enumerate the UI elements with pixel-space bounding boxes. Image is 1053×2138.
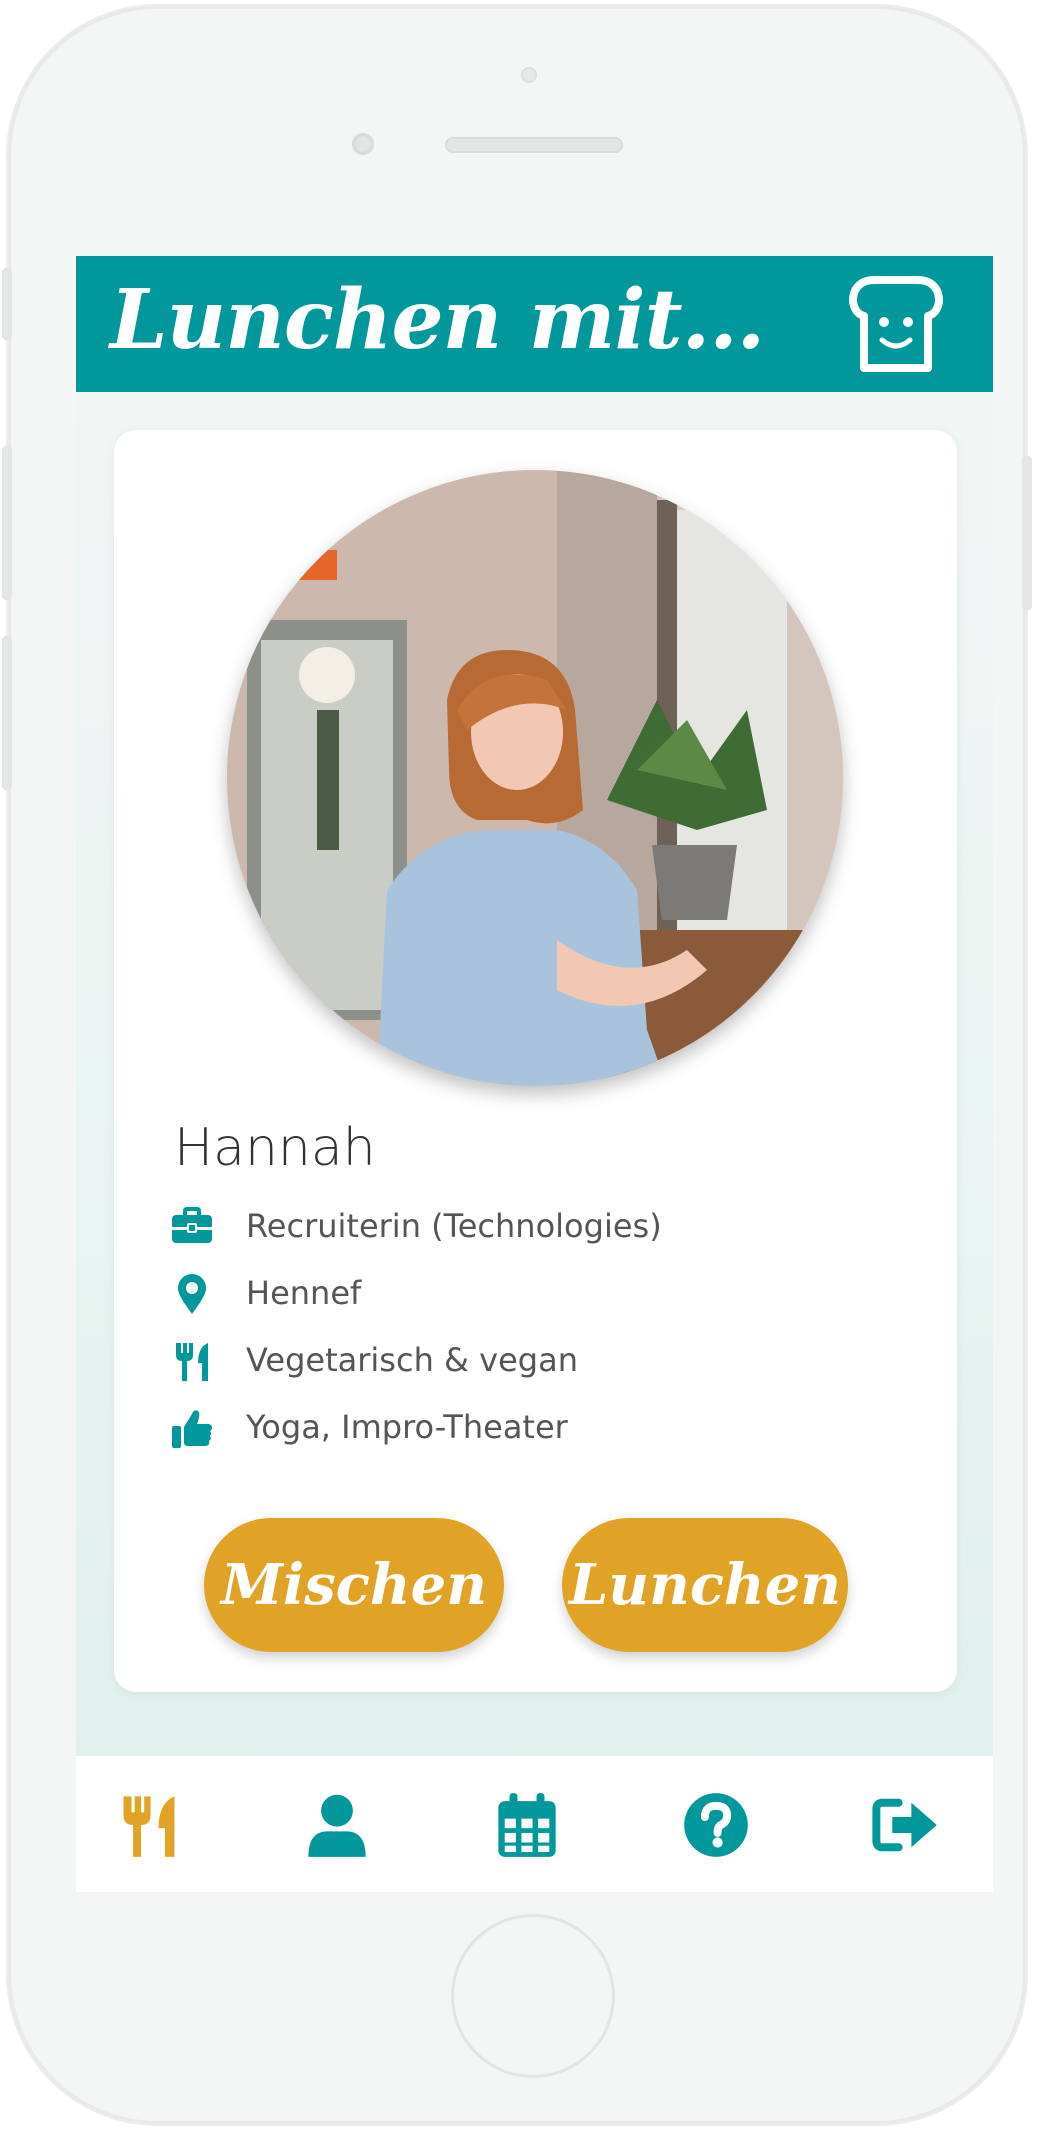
earpiece-speaker xyxy=(445,137,623,153)
profile-card: Hannah Recruiterin (Technologies) Hennef… xyxy=(114,430,957,1692)
utensils-icon xyxy=(170,1339,214,1383)
nav-logout-icon[interactable] xyxy=(870,1790,940,1860)
nav-calendar-icon[interactable] xyxy=(492,1790,562,1860)
nav-utensils-icon[interactable] xyxy=(114,1790,184,1860)
lunch-button[interactable]: Lunchen xyxy=(562,1518,848,1652)
power-button xyxy=(1022,456,1032,610)
mute-switch xyxy=(2,268,12,340)
toast-face-icon[interactable] xyxy=(844,272,948,378)
app-screen: Lunchen mit... Hannah Recruiterin (Techn… xyxy=(76,256,993,1892)
bottom-nav xyxy=(76,1756,993,1892)
volume-up-button xyxy=(2,446,12,600)
front-camera xyxy=(352,133,374,155)
app-header: Lunchen mit... xyxy=(76,256,993,392)
nav-user-icon[interactable] xyxy=(302,1790,372,1860)
map-pin-icon xyxy=(170,1272,214,1316)
lunch-button-label: Lunchen xyxy=(569,1552,841,1618)
diet-text: Vegetarisch & vegan xyxy=(246,1341,578,1379)
nav-help-icon[interactable] xyxy=(681,1790,751,1860)
shuffle-button[interactable]: Mischen xyxy=(204,1518,504,1652)
location-text: Hennef xyxy=(246,1274,362,1312)
volume-down-button xyxy=(2,636,12,790)
shuffle-button-label: Mischen xyxy=(221,1552,487,1618)
profile-name: Hannah xyxy=(174,1118,376,1178)
job-text: Recruiterin (Technologies) xyxy=(246,1207,662,1245)
phone-frame: Lunchen mit... Hannah Recruiterin (Techn… xyxy=(2,6,1032,2124)
profile-photo xyxy=(227,470,843,1086)
app-title: Lunchen mit... xyxy=(110,272,765,368)
briefcase-icon xyxy=(170,1205,214,1249)
thumbs-up-icon xyxy=(170,1406,214,1450)
proximity-sensor xyxy=(521,67,537,83)
interests-text: Yoga, Impro-Theater xyxy=(246,1408,568,1446)
home-button[interactable] xyxy=(451,1914,615,2078)
